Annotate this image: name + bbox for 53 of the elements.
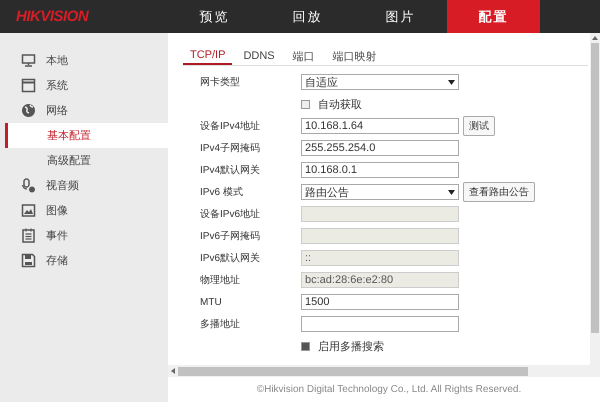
field-label: IPv4子网掩码 (200, 143, 260, 154)
field-label: 网卡类型 (200, 77, 240, 88)
sidebar-item[interactable]: 图像 (46, 203, 68, 218)
nav-tab[interactable]: 预览 (168, 0, 261, 33)
field-label: IPv4默认网关 (200, 165, 260, 176)
copyright-text: ©Hikvision Digital Technology Co., Ltd. All Rights Reserved. (256, 384, 522, 395)
tab[interactable]: 端口 (286, 42, 322, 65)
vertical-scrollbar[interactable] (590, 33, 600, 365)
caret-icon (448, 80, 455, 84)
field-label: IPv6默认网关 (200, 253, 260, 264)
checkbox[interactable] (301, 342, 310, 350)
image-icon (21, 203, 36, 218)
button[interactable]: 查看路由公告 (463, 182, 535, 202)
sidebar-item[interactable]: 系统 (46, 78, 68, 93)
checkbox-label: 启用多播搜索 (318, 340, 384, 354)
tab[interactable]: 端口映射 (326, 42, 384, 65)
sidebar-item[interactable]: 视音频 (46, 178, 79, 193)
globe-icon (21, 103, 36, 118)
nav-tab[interactable]: 配置 (447, 0, 540, 33)
nav-tab[interactable]: 回放 (261, 0, 354, 33)
field-label: 物理地址 (200, 275, 240, 286)
input-field[interactable]: 10.168.1.64 (301, 118, 459, 134)
field-label: IPv6 模式 (200, 187, 243, 198)
calendar-icon (21, 228, 36, 243)
microphone-icon (21, 178, 36, 193)
field-label: 设备IPv6地址 (200, 209, 260, 220)
tab[interactable]: TCP/IP (183, 42, 232, 65)
input-field[interactable]: 10.168.0.1 (301, 162, 459, 178)
sidebar-item[interactable]: 本地 (46, 53, 68, 68)
sidebar-item[interactable]: 事件 (46, 228, 68, 243)
field-label: 多播地址 (200, 319, 240, 330)
checkbox-label: 自动获取 (318, 98, 362, 112)
field-label: IPv6子网掩码 (200, 231, 260, 242)
sidebar-subitem[interactable]: 高级配置 (5, 148, 168, 173)
sidebar-subitem[interactable]: 基本配置 (5, 123, 168, 148)
logo: HIKVISION (15, 8, 90, 25)
input-field[interactable]: 255.255.254.0 (301, 140, 459, 156)
dropdown[interactable]: 自适应 (301, 74, 459, 90)
button[interactable]: 测试 (463, 116, 495, 136)
dropdown[interactable]: 路由公告 (301, 184, 459, 200)
tab[interactable]: DDNS (236, 42, 282, 65)
sidebar-item[interactable]: 存储 (46, 253, 68, 268)
caret-icon (448, 190, 455, 194)
field-label: 设备IPv4地址 (200, 121, 260, 132)
sidebar-item[interactable]: 网络 (46, 103, 68, 118)
window-icon (21, 78, 36, 93)
field-label: MTU (200, 296, 222, 308)
nav-tab[interactable]: 图片 (354, 0, 447, 33)
horizontal-scrollbar[interactable] (168, 365, 600, 377)
input-field[interactable]: 1500 (301, 294, 459, 310)
checkbox[interactable] (301, 100, 310, 108)
input-field[interactable] (301, 316, 459, 332)
monitor-icon (21, 53, 36, 68)
